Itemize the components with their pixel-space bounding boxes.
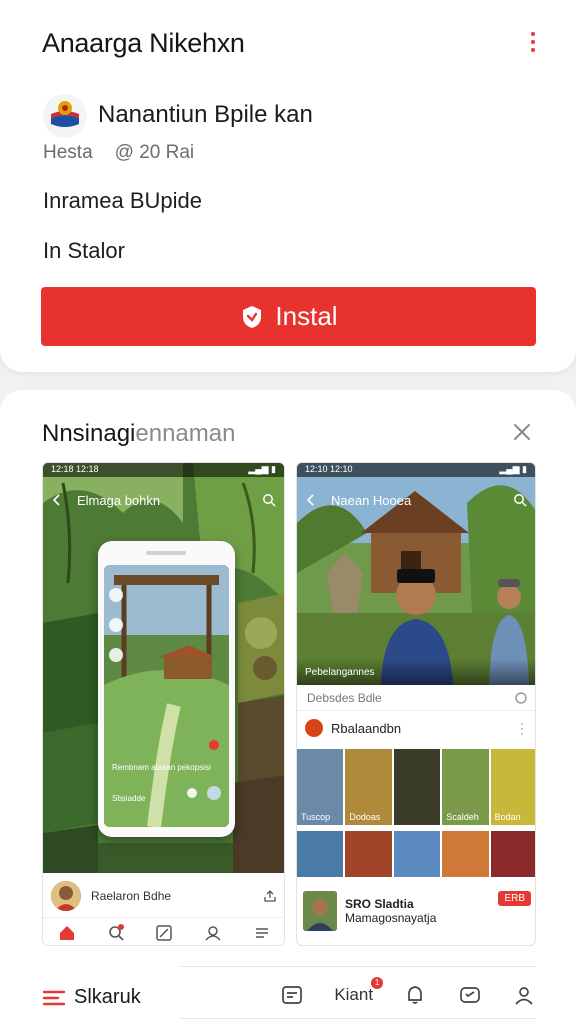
phone-screen: Rembnam atasan pekopsisi Sbsiadde <box>104 565 229 827</box>
meta-tag: Hesta <box>43 142 93 163</box>
app-category[interactable]: In Stalor <box>43 238 125 264</box>
nav-icons: Kiant 1 <box>280 977 536 1012</box>
thumbnail: Scaldeh <box>442 749 489 825</box>
promo-card: SRO Sladtia Mamagosnayatja ERB <box>303 887 531 935</box>
screenshot-header: Naean Hooea <box>297 487 535 513</box>
thumbnail <box>442 831 489 877</box>
thumbnail <box>393 831 441 877</box>
phone-overlay-text: Rembnam atasan pekopsisi <box>112 763 211 772</box>
author-name: Raelaron Bdhe <box>91 889 172 903</box>
avatar <box>51 881 81 911</box>
menu-icon <box>255 927 268 938</box>
profile-icon[interactable] <box>512 983 536 1007</box>
thumbnail <box>345 831 392 877</box>
screenshot-footer: Raelaron Bdhe <box>43 873 284 945</box>
thumbnail-row: Tuscop Dodoas Scaldeh Bodan <box>297 749 535 825</box>
gallery-title-main: Nnsinagi <box>42 420 136 447</box>
status-time: 12:18 12:18 <box>51 464 99 474</box>
screenshot-2[interactable]: 12:10 12:10 ▂▄▆ ▮ Naean Hooea Pebelangann… <box>296 462 536 946</box>
screenshot-1[interactable]: 12:18 12:18 ▂▄▆ ▮ Elmaga bohkn Rembnam a… <box>42 462 285 946</box>
screenshot-header-title: Naean Hooea <box>331 492 412 508</box>
thumbnail: Dodoas <box>345 749 392 825</box>
thumbnail: Bodan <box>490 749 535 825</box>
close-icon[interactable] <box>512 422 532 442</box>
install-label: Instal <box>275 301 338 331</box>
notification-badge: 1 <box>371 977 384 989</box>
bell-icon[interactable] <box>403 983 427 1007</box>
share-icon <box>264 890 276 902</box>
meta-rating: @ 20 Rai <box>114 142 195 163</box>
thumbnail <box>297 831 344 877</box>
promo-badge: ERB <box>498 891 531 906</box>
promo-text: SRO Sladtia Mamagosnayatja <box>345 897 436 925</box>
avatar <box>303 891 337 931</box>
thumbnail <box>490 831 535 877</box>
app-subtitle: Inramea BUpide <box>43 188 202 213</box>
app-title: Anaarga Nikehxn <box>42 28 245 58</box>
status-bar: 12:10 12:10 ▂▄▆ ▮ <box>297 463 535 477</box>
edit-icon <box>156 924 173 941</box>
more-options-icon[interactable] <box>526 32 540 56</box>
status-time: 12:10 12:10 <box>305 464 353 474</box>
search-icon <box>514 494 527 507</box>
photo-caption: Pebelangannes <box>297 659 535 685</box>
chat-icon[interactable] <box>458 983 482 1007</box>
more-icon: ⋮ <box>515 719 529 736</box>
nav-kiant[interactable]: Kiant 1 <box>334 977 384 1005</box>
section-header: Rbalaandbn ⋮ <box>297 713 535 743</box>
promo-title: SRO Sladtia <box>345 897 414 911</box>
install-button[interactable]: Instal <box>41 287 536 346</box>
section-logo-icon <box>305 719 323 737</box>
menu-icon <box>42 990 66 1005</box>
app-info-card: Anaarga Nikehxn Nanantiun Bpile kan Hest… <box>0 0 576 372</box>
phone-bottom-label: Sbsiadde <box>112 794 146 803</box>
screenshot-header-title: Elmaga bohkn <box>77 492 161 508</box>
developer-logo <box>43 94 87 138</box>
back-icon <box>306 494 314 506</box>
thumbnail <box>393 749 441 825</box>
back-icon <box>52 494 60 506</box>
search-icon <box>263 494 276 507</box>
search-icon <box>109 923 124 941</box>
info-row: Debsdes Bdle <box>297 685 535 711</box>
nav-kiant-label: Kiant <box>334 985 374 1004</box>
developer-name[interactable]: Nanantiun Bpile kan <box>98 101 313 129</box>
thumbnail: Tuscop <box>297 749 344 825</box>
profile-icon <box>205 925 221 941</box>
screenshot-nav <box>43 917 284 945</box>
app-meta: Hesta @ 20 Rai <box>43 142 194 164</box>
shield-icon <box>243 305 262 328</box>
gallery-title-muted: ennaman <box>135 420 236 447</box>
nav-menu[interactable]: Slkaruk <box>42 986 141 1009</box>
screenshot-gallery: Nnsinagiennaman 12:18 12:18 ▂▄▆ ▮ Elmaga… <box>0 390 576 1024</box>
thumbnail-row <box>297 831 535 877</box>
info-text: Debsdes Bdle <box>307 690 382 705</box>
section-title: Rbalaandbn <box>331 720 402 736</box>
home-icon <box>60 925 75 940</box>
info-icon <box>515 691 527 704</box>
promo-subtitle: Mamagosnayatja <box>345 911 437 925</box>
phone-mockup: Rembnam atasan pekopsisi Sbsiadde <box>98 541 235 837</box>
gallery-title: Nnsinagiennaman <box>42 420 235 448</box>
status-bar: 12:18 12:18 ▂▄▆ ▮ <box>43 463 284 477</box>
card-icon[interactable] <box>280 983 304 1007</box>
nav-menu-label: Slkaruk <box>74 986 141 1008</box>
screenshot-header: Elmaga bohkn <box>43 487 284 513</box>
bottom-navigation: Slkaruk Kiant 1 <box>0 966 576 1024</box>
author-row: Raelaron Bdhe <box>51 881 277 911</box>
